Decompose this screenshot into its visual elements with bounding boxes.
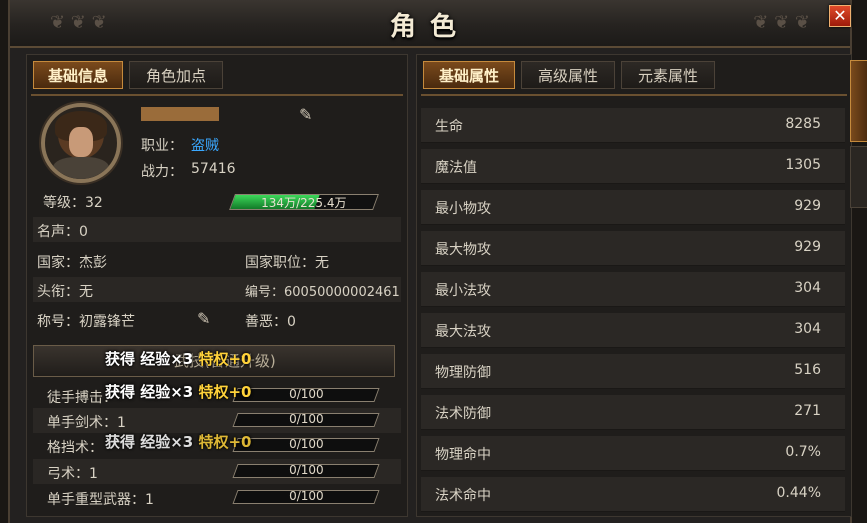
attribute-name: 最小法攻 <box>435 283 491 299</box>
attribute-value: 271 <box>794 403 821 419</box>
attribute-row: 魔法值 1305 <box>421 149 845 184</box>
attribute-value: 304 <box>794 280 821 296</box>
power-label: 战力： <box>141 164 183 180</box>
quill-icon[interactable]: ✎ <box>299 105 312 124</box>
nickname-text: 称号：初露锋芒 <box>37 314 135 330</box>
skill-progress-text: 0/100 <box>289 463 324 477</box>
bonus-gain-text: 获得 经验×3 <box>105 383 194 401</box>
attribute-name: 生命 <box>435 119 463 135</box>
attribute-row: 物理防御 516 <box>421 354 845 389</box>
attribute-value: 0.44% <box>776 485 821 501</box>
skill-label: 单手剑术：1 <box>47 415 126 431</box>
skill-progress-text: 0/100 <box>289 437 324 451</box>
level-text: 等级：32 <box>43 195 103 211</box>
experience-bar: 134万/225.4万 <box>229 194 379 210</box>
experience-text: 134万/225.4万 <box>261 196 347 210</box>
attribute-name: 魔法值 <box>435 160 477 176</box>
quill-icon[interactable]: ✎ <box>197 309 210 328</box>
skill-label: 弓术：1 <box>47 466 98 482</box>
character-window: ❦ ❦ ❦ ❦ ❦ ❦ 角色 基础信息 角色加点 ✎ 职业： 盗贼 战力： 57… <box>8 0 852 523</box>
attribute-value: 929 <box>794 198 821 214</box>
attribute-row: 最大法攻 304 <box>421 313 845 348</box>
avatar[interactable] <box>41 103 121 183</box>
country-row: 国家：杰彭 国家职位：无 <box>33 248 401 273</box>
attribute-row: 最小物攻 929 <box>421 190 845 225</box>
nickname-row: 称号：初露锋芒 ✎ 善恶：0 <box>33 307 401 332</box>
title-row: 头衔：无 编号：60050000002461 <box>33 277 401 302</box>
tab-element-attributes[interactable]: 元素属性 <box>621 61 715 89</box>
skill-progress-bar: 0/100 <box>232 437 380 452</box>
rank-title-text: 头衔：无 <box>37 284 93 300</box>
skill-progress-text: 0/100 <box>289 387 324 401</box>
attribute-value: 929 <box>794 239 821 255</box>
attribute-row: 最大物攻 929 <box>421 231 845 266</box>
attribute-value: 1305 <box>785 157 821 173</box>
attribute-name: 法术命中 <box>435 488 491 504</box>
job-value: 盗贼 <box>191 138 219 154</box>
attribute-value: 8285 <box>785 116 821 132</box>
info-panel: 基础信息 角色加点 ✎ 职业： 盗贼 战力： 57416 等级：32 134万/… <box>26 54 408 517</box>
power-value: 57416 <box>191 161 236 177</box>
country-position-text: 国家职位：无 <box>245 255 329 271</box>
skill-row: 单手剑术：1 0/100 <box>33 408 401 433</box>
attribute-name: 法术防御 <box>435 406 491 422</box>
attribute-row: 物理命中 0.7% <box>421 436 845 471</box>
id-number-text: 编号：60050000002461 <box>245 285 400 300</box>
skill-row: 弓术：1 0/100 <box>33 459 401 484</box>
fame-text: 名声：0 <box>37 224 88 240</box>
bonus-privilege-text: 特权+0 <box>198 350 252 368</box>
attribute-row: 法术防御 271 <box>421 395 845 430</box>
skill-progress-bar: 0/100 <box>232 412 380 427</box>
skill-progress-text: 0/100 <box>289 412 324 426</box>
skill-row: 单手重型武器：1 0/100 <box>33 485 401 510</box>
skill-label: 单手重型武器：1 <box>47 492 154 508</box>
attribute-name: 最小物攻 <box>435 201 491 217</box>
tab-divider <box>31 94 403 96</box>
bonus-gain-text: 获得 经验×3 <box>105 350 194 368</box>
side-tab-active[interactable] <box>850 60 867 142</box>
close-icon[interactable]: ✕ <box>829 5 851 27</box>
side-tab[interactable] <box>850 146 867 208</box>
attribute-value: 0.7% <box>785 444 821 460</box>
attribute-row: 法术命中 0.44% <box>421 477 845 512</box>
tab-basic-info[interactable]: 基础信息 <box>33 61 123 89</box>
skill-progress-bar: 0/100 <box>232 489 380 504</box>
bonus-overlay: 获得 经验×3 特权+0 <box>105 348 251 369</box>
attribute-row: 生命 8285 <box>421 108 845 143</box>
attribute-value: 304 <box>794 321 821 337</box>
bonus-privilege-text: 特权+0 <box>198 383 252 401</box>
attributes-panel: 基础属性 高级属性 元素属性 生命 8285 魔法值 1305 最小物攻 929 最大… <box>416 54 852 517</box>
karma-text: 善恶：0 <box>245 314 296 330</box>
tab-attribute-points[interactable]: 角色加点 <box>129 61 223 89</box>
attribute-row: 最小法攻 304 <box>421 272 845 307</box>
job-label: 职业： <box>141 138 183 154</box>
bonus-overlay: 获得 经验×3 特权+0 <box>105 381 251 402</box>
bonus-privilege-text: 特权+0 <box>198 433 252 451</box>
fame-row: 名声：0 <box>33 217 401 242</box>
tab-advanced-attributes[interactable]: 高级属性 <box>521 61 615 89</box>
title-bar: ❦ ❦ ❦ ❦ ❦ ❦ 角色 <box>10 0 850 48</box>
bonus-gain-text: 获得 经验×3 <box>105 433 194 451</box>
bonus-overlay: 获得 经验×3 特权+0 <box>105 431 251 452</box>
skill-progress-text: 0/100 <box>289 489 324 503</box>
attribute-name: 最大物攻 <box>435 242 491 258</box>
attribute-name: 物理命中 <box>435 447 491 463</box>
tab-basic-attributes[interactable]: 基础属性 <box>423 61 515 89</box>
window-title: 角色 <box>389 12 470 42</box>
skill-progress-bar: 0/100 <box>232 387 380 402</box>
attribute-value: 516 <box>794 362 821 378</box>
skill-label: 格挡术： <box>47 440 103 456</box>
skill-progress-bar: 0/100 <box>232 463 380 478</box>
country-text: 国家：杰彭 <box>37 255 107 271</box>
attribute-name: 最大法攻 <box>435 324 491 340</box>
player-name-censored <box>141 107 219 121</box>
attribute-name: 物理防御 <box>435 365 491 381</box>
tab-divider <box>421 94 847 96</box>
